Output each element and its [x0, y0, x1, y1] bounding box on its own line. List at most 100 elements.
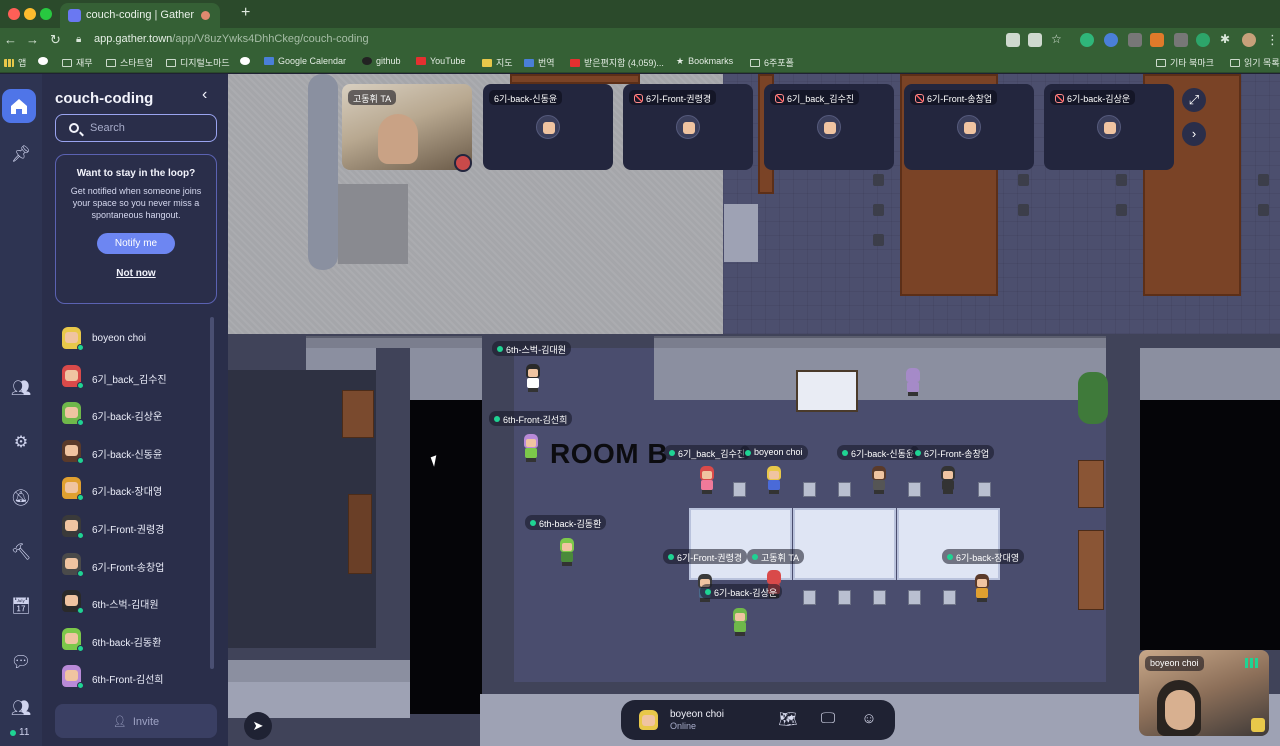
gear-icon[interactable]: ⚙ [9, 432, 33, 454]
menu-icon[interactable]: ⋮ [1266, 32, 1279, 48]
bookmark-chrome[interactable] [38, 56, 52, 66]
self-status[interactable]: Online [670, 721, 696, 731]
avatar [62, 552, 84, 577]
bookmark-maps[interactable]: 지도 [482, 56, 513, 69]
reload-icon[interactable]: ↻ [50, 32, 61, 48]
participant-row[interactable]: 6기-back-김상운 [55, 395, 225, 433]
bookmark-bookmarks[interactable]: ★ Bookmarks [676, 56, 733, 67]
participant-row[interactable]: 6기-Front-권령경 [55, 508, 225, 546]
extension-icon[interactable] [1128, 33, 1142, 47]
home-button[interactable] [2, 89, 36, 123]
search-placeholder: Search [90, 122, 125, 134]
bookmark-google[interactable] [240, 56, 254, 66]
map-icon[interactable]: 🗺︎ [778, 710, 798, 728]
profile-avatar[interactable] [1242, 33, 1256, 47]
bookmark-finance[interactable]: 재무 [62, 56, 93, 69]
grammarly-icon[interactable] [1080, 33, 1094, 47]
pin-icon[interactable]: 📌︎ [9, 144, 33, 166]
avatar-kimsujin[interactable] [698, 466, 716, 494]
share-icon[interactable] [1028, 33, 1042, 47]
avatar-boyeon-choi[interactable] [765, 466, 783, 494]
participants-icon[interactable]: 👥︎ [9, 698, 33, 720]
video-tile[interactable]: 고동휘 TA [342, 84, 472, 172]
chair [733, 482, 746, 497]
bookmark-reading-list[interactable]: 읽기 목록 [1230, 56, 1280, 69]
screen-share-icon[interactable]: 🖵 [818, 710, 838, 728]
forward-arrow-icon[interactable]: → [26, 32, 39, 47]
url-field[interactable]: app.gather.town/app/V8uzYwks4DhhCkeg/cou… [94, 33, 369, 45]
participant-row[interactable]: 6기_back_김수진 [55, 358, 225, 396]
bookmark-digital-nomad[interactable]: 디지털노마드 [166, 56, 230, 69]
bookmark-google-calendar[interactable]: Google Calendar [264, 56, 346, 66]
video-tile[interactable]: 6기_back_김수진 [764, 84, 894, 170]
back-arrow-icon[interactable]: ← [4, 32, 17, 47]
self-video-label: boyeon choi [1145, 656, 1204, 671]
participant-row[interactable]: 6기-back-신동윤 [55, 433, 225, 471]
camera-icon[interactable] [1006, 33, 1020, 47]
minimize-window-button[interactable] [24, 8, 36, 20]
people-add-icon[interactable]: 👥︎ [9, 378, 33, 400]
invite-button[interactable]: 👤︎ Invite [55, 704, 217, 738]
avatar-shindongyun[interactable] [870, 466, 888, 494]
wall-face [410, 348, 482, 400]
avatar-kimsangwoon[interactable] [731, 608, 749, 636]
extension-icon[interactable] [1150, 33, 1164, 47]
puzzle-icon[interactable]: ✱ [1220, 32, 1230, 46]
participant-row[interactable]: 6기-back-장대영 [55, 470, 225, 508]
bookmark-github[interactable]: github [362, 56, 401, 66]
search-icon [69, 123, 79, 133]
hammer-icon[interactable]: 🔨︎ [9, 542, 33, 564]
bookmark-startup[interactable]: 스타트업 [106, 56, 153, 69]
locate-arrow-icon[interactable]: ➤ [244, 712, 272, 740]
chair [1018, 204, 1029, 216]
star-icon[interactable]: ☆ [1051, 32, 1062, 46]
participant-row[interactable]: 6기-Front-송창업 [55, 546, 225, 584]
notifications-off-icon[interactable]: 🔕︎ [9, 488, 33, 510]
avatar-songchangup[interactable] [939, 466, 957, 494]
participant-row[interactable]: 6th-Front-김선희 [55, 658, 225, 696]
search-input[interactable]: Search [55, 114, 217, 142]
extension-icon[interactable] [1174, 33, 1188, 47]
avatar-6th-starbucks-kimdaewon[interactable] [524, 364, 542, 392]
desk [897, 508, 1000, 580]
close-window-button[interactable] [8, 8, 20, 20]
participant-name: 6기-back-장대영 [92, 487, 163, 499]
avatar-6th-front-kimsunhee[interactable] [522, 434, 540, 462]
zoom-window-button[interactable] [40, 8, 52, 20]
bookmark-translate[interactable]: 번역 [524, 56, 555, 69]
notify-me-button[interactable]: Notify me [97, 233, 175, 254]
expand-icon[interactable]: ⤢ [1182, 88, 1206, 112]
emoji-icon[interactable]: ☺ [859, 710, 879, 728]
video-tile[interactable]: 6기-back-김상운 [1044, 84, 1174, 170]
bookmark-other[interactable]: 기타 북마크 [1156, 56, 1214, 69]
participant-row[interactable]: boyeon choi [55, 320, 225, 358]
extension-icon[interactable] [1104, 33, 1118, 47]
avatar [62, 590, 84, 615]
online-status-icon [77, 531, 84, 539]
wall [306, 336, 482, 348]
participant-row[interactable]: 6th-back-김동환 [55, 621, 225, 659]
game-map[interactable]: ROOM B 6th-스벅-김대원 6th-Front-김선희 6기_back_… [228, 74, 1280, 746]
participant-row[interactable]: 6th-스벅-김대원 [55, 583, 225, 621]
self-video-tile[interactable]: boyeon choi [1139, 650, 1269, 736]
space-title: couch-coding [55, 90, 154, 107]
collapse-chevron-icon[interactable]: ‹ [202, 86, 207, 104]
calendar-icon[interactable]: 📅︎ [9, 596, 33, 618]
invite-label: Invite [132, 716, 160, 728]
video-tile[interactable]: 6기-Front-송창업 [904, 84, 1034, 170]
extension-icon[interactable] [1196, 33, 1210, 47]
new-tab-icon[interactable]: + [241, 4, 250, 22]
bookmark-portfolio[interactable]: 6주포폴 [750, 56, 794, 69]
avatar-kimdonghwan[interactable] [558, 538, 576, 566]
browser-tab[interactable]: couch-coding | Gather [60, 3, 220, 28]
not-now-link[interactable]: Not now [56, 268, 216, 279]
chat-icon[interactable]: 💬︎ [9, 652, 33, 674]
video-tile[interactable]: 6기-back-신동윤 [483, 84, 613, 170]
bookmark-inbox[interactable]: 받은편지함 (4,059)... [570, 56, 664, 69]
next-chevron-icon[interactable]: › [1182, 122, 1206, 146]
video-label: 6기-Front-송창업 [910, 90, 998, 105]
bookmark-apps[interactable]: 앱 [4, 56, 26, 69]
avatar-jangdaeyoung[interactable] [973, 574, 991, 602]
bookmark-youtube[interactable]: YouTube [416, 56, 465, 66]
video-tile[interactable]: 6기-Front-권령경 [623, 84, 753, 170]
